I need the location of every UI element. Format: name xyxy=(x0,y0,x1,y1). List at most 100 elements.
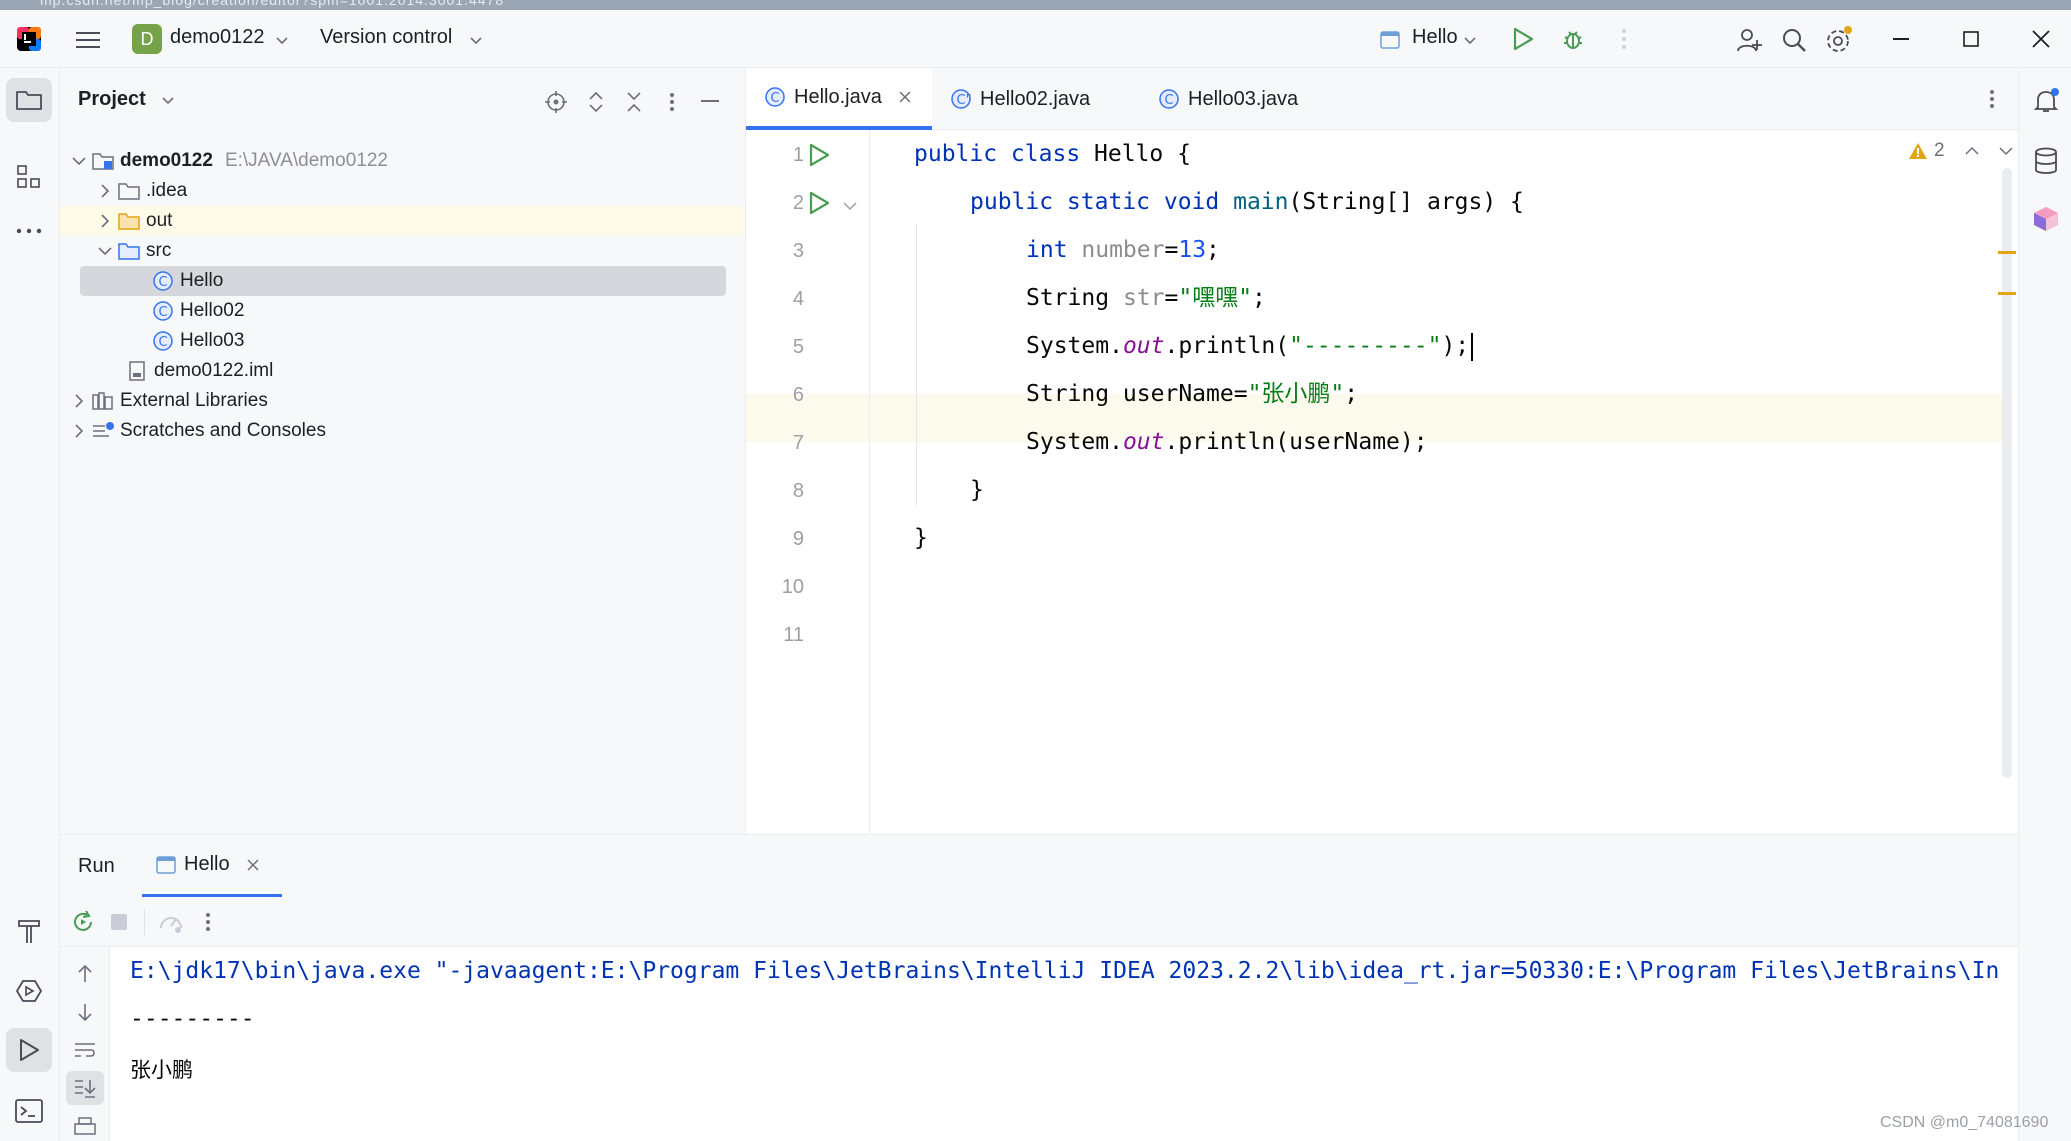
chevron-down-icon[interactable] xyxy=(160,94,176,108)
editor-gutter: 1 2 3 4 5 6 7 8 9 10 11 xyxy=(746,130,870,834)
line-number: 9 xyxy=(792,528,804,550)
select-opened-file-icon[interactable] xyxy=(542,88,570,116)
run-panel-title[interactable]: Run xyxy=(78,855,115,878)
code-line-1[interactable]: public class Hello { xyxy=(914,130,1191,178)
chevron-right-icon[interactable] xyxy=(74,394,84,408)
stop-icon[interactable] xyxy=(104,907,134,937)
debug-icon[interactable] xyxy=(1558,24,1588,54)
build-hammer-icon[interactable] xyxy=(10,912,48,950)
search-icon[interactable] xyxy=(1778,24,1810,56)
version-control-menu[interactable]: Version control xyxy=(320,26,452,49)
warning-stripe-marker[interactable] xyxy=(1998,251,2016,254)
soft-wrap-icon[interactable] xyxy=(70,1035,100,1065)
terminal-icon[interactable] xyxy=(10,1092,48,1130)
database-icon[interactable] xyxy=(2027,142,2065,180)
run-config-selector[interactable]: Hello xyxy=(1412,26,1458,49)
more-options-icon[interactable] xyxy=(196,907,220,937)
run-tab-label: Hello xyxy=(184,853,230,875)
rerun-icon[interactable] xyxy=(68,907,98,937)
tree-item-idea[interactable]: .idea xyxy=(94,176,187,206)
project-tool-icon[interactable] xyxy=(6,78,52,122)
warning-stripe-marker[interactable] xyxy=(1998,292,2016,295)
notifications-bell-icon[interactable] xyxy=(2027,82,2065,120)
chevron-right-icon[interactable] xyxy=(74,424,84,438)
hide-pane-icon[interactable] xyxy=(696,88,724,116)
scroll-to-end-icon[interactable] xyxy=(66,1071,104,1105)
chevron-down-icon[interactable] xyxy=(274,34,290,48)
run-icon[interactable] xyxy=(1508,24,1538,54)
code-line-9[interactable]: } xyxy=(914,514,928,562)
code-line-4[interactable]: String str="嘿嘿"; xyxy=(1026,274,1266,322)
project-switcher[interactable]: demo0122 xyxy=(170,26,265,49)
tree-item-src[interactable]: src xyxy=(94,236,171,266)
arrow-up-icon[interactable] xyxy=(70,959,100,989)
tab-hello03-java[interactable]: C Hello03.java xyxy=(1158,68,1328,130)
code-token: ; xyxy=(1252,285,1266,311)
run-main-gutter-icon[interactable] xyxy=(804,188,834,218)
settings-gear-icon[interactable] xyxy=(1822,24,1856,56)
run-tool-icon[interactable] xyxy=(6,1028,52,1072)
options-menu-icon[interactable] xyxy=(658,88,686,116)
tree-item-hello03[interactable]: C Hello03 xyxy=(150,326,244,356)
chevron-down-icon[interactable] xyxy=(72,156,86,166)
code-token: .println( xyxy=(1164,333,1290,359)
tree-item-hello[interactable]: C Hello xyxy=(150,266,223,296)
maximize-icon[interactable] xyxy=(1956,26,1986,52)
tree-item-label: src xyxy=(146,240,172,261)
run-config-icon xyxy=(156,855,176,874)
close-tab-icon[interactable] xyxy=(246,858,260,872)
tree-item-iml[interactable]: demo0122.iml xyxy=(124,356,273,386)
tab-hello-java[interactable]: C Hello.java xyxy=(746,68,932,130)
project-pane-title[interactable]: Project xyxy=(78,88,146,111)
tree-item-external-libraries[interactable]: External Libraries xyxy=(68,386,268,416)
previous-highlight-icon[interactable] xyxy=(1965,146,1979,156)
plugin-cube-icon[interactable] xyxy=(2027,200,2065,238)
tab-hello02-java[interactable]: C" Hello02.java xyxy=(950,68,1120,130)
chevron-down-icon[interactable] xyxy=(468,34,484,48)
code-line-3[interactable]: int number=13; xyxy=(1026,226,1220,274)
next-highlight-icon[interactable] xyxy=(1999,146,2013,156)
main-menu-icon[interactable] xyxy=(72,24,104,56)
code-line-8[interactable]: } xyxy=(970,466,984,514)
line-number: 1 xyxy=(792,144,804,166)
chevron-down-icon[interactable] xyxy=(98,246,112,256)
tree-item-label: Hello03 xyxy=(180,330,245,351)
tree-item-scratches[interactable]: Scratches and Consoles xyxy=(68,416,326,446)
code-line-6[interactable]: String userName="张小鹏"; xyxy=(1026,370,1358,418)
structure-tool-icon[interactable] xyxy=(10,158,48,196)
minimize-icon[interactable] xyxy=(1886,28,1916,52)
add-user-icon[interactable] xyxy=(1734,24,1766,56)
tab-options-icon[interactable] xyxy=(1980,86,2004,112)
more-actions-icon[interactable] xyxy=(1612,24,1636,54)
services-icon[interactable] xyxy=(10,972,48,1010)
expand-all-icon[interactable] xyxy=(582,88,610,116)
run-tab-hello[interactable]: Hello xyxy=(142,835,282,897)
close-tab-icon[interactable] xyxy=(898,90,912,104)
editor-vertical-scrollbar[interactable] xyxy=(2002,168,2012,778)
code-token: "---------" xyxy=(1289,333,1442,359)
chevron-down-icon[interactable] xyxy=(1462,34,1478,48)
print-icon[interactable] xyxy=(70,1113,100,1141)
chevron-right-icon[interactable] xyxy=(100,214,110,228)
code-token: ; xyxy=(1206,237,1220,263)
tree-item-out[interactable]: out xyxy=(94,206,172,236)
run-class-gutter-icon[interactable] xyxy=(804,140,834,170)
code-token: "嘿嘿" xyxy=(1178,285,1253,311)
code-line-5[interactable]: System.out.println("---------"); xyxy=(1026,322,1474,370)
fold-chevron-icon[interactable] xyxy=(840,198,860,214)
code-line-2[interactable]: public static void main(String[] args) { xyxy=(970,178,1524,226)
code-token: int xyxy=(1026,237,1068,263)
chevron-right-icon[interactable] xyxy=(100,184,110,198)
inspection-widget[interactable]: 2 xyxy=(1908,140,2013,162)
arrow-down-icon[interactable] xyxy=(70,997,100,1027)
more-tools-icon[interactable] xyxy=(10,216,48,246)
code-token: String userName= xyxy=(1026,381,1248,407)
java-class-icon: C xyxy=(150,330,176,352)
tree-root-demo0122[interactable]: demo0122 E:\JAVA\demo0122 xyxy=(68,146,388,176)
code-line-7[interactable]: System.out.println(userName); xyxy=(1026,418,1428,466)
profiler-icon[interactable] xyxy=(154,907,188,937)
collapse-all-icon[interactable] xyxy=(620,88,648,116)
close-window-icon[interactable] xyxy=(2026,26,2056,52)
code-token: System. xyxy=(1026,333,1123,359)
tree-item-hello02[interactable]: C Hello02 xyxy=(150,296,244,326)
